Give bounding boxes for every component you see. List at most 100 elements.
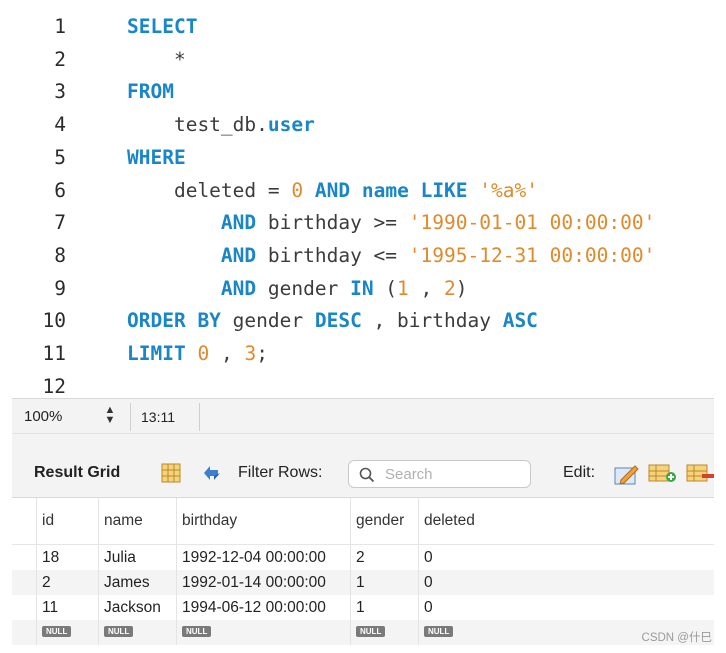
cell-value: James xyxy=(104,574,150,591)
result-grid: id name birthday gender deleted 18 Julia 1992-1… xyxy=(12,498,714,645)
code-token: 0 xyxy=(291,178,304,202)
code-token: AND xyxy=(314,178,351,202)
table-row[interactable]: 18 Julia 1992-12-04 00:00:00 2 0 xyxy=(12,545,714,570)
table-cell[interactable]: 0 xyxy=(418,570,492,595)
table-cell[interactable]: Jackson xyxy=(98,595,176,620)
line-number: 6 xyxy=(54,178,66,202)
cell-value: 0 xyxy=(424,549,433,566)
null-badge: NULL xyxy=(42,625,72,637)
cell-value: 0 xyxy=(424,574,433,591)
table-cell[interactable]: 1 xyxy=(350,595,418,620)
chevron-down-icon[interactable]: ▼ xyxy=(100,415,120,426)
table-cell[interactable]: 0 xyxy=(418,545,492,570)
table-cell[interactable]: 1994-06-12 00:00:00 xyxy=(176,595,350,620)
filter-search-box[interactable] xyxy=(348,460,531,488)
code-token: '%a%' xyxy=(479,178,538,202)
code-token: FROM xyxy=(127,80,174,104)
code-token: ; xyxy=(256,342,268,365)
search-input[interactable] xyxy=(385,464,525,484)
edit-cell-icon[interactable] xyxy=(613,462,641,485)
refresh-icon[interactable] xyxy=(200,462,222,484)
table-cell[interactable]: 2 xyxy=(350,545,418,570)
code-token: '1995-12-31 00:00:00' xyxy=(408,243,656,267)
grid-view-icon[interactable] xyxy=(160,462,182,484)
table-row[interactable]: NULL NULL NULL NULL NULL xyxy=(12,620,714,645)
code-token: , xyxy=(209,342,245,365)
table-cell[interactable]: 0 xyxy=(418,595,492,620)
table-cell[interactable]: 11 xyxy=(36,595,98,620)
code-token: * xyxy=(127,47,186,71)
code-token: 3 xyxy=(244,342,257,365)
line-number: 2 xyxy=(54,47,66,71)
cell-value: 1 xyxy=(356,599,365,616)
code-token: SELECT xyxy=(127,15,198,38)
column-header-birthday[interactable]: birthday xyxy=(176,498,350,545)
table-cell[interactable]: NULL xyxy=(350,620,418,645)
code-text: AND gender IN (1 , 2) xyxy=(127,273,468,305)
code-token: ) xyxy=(455,276,468,300)
table-cell[interactable]: 1992-12-04 00:00:00 xyxy=(176,545,350,570)
code-line: 6 deleted = 0 AND name LIKE '%a%' xyxy=(12,175,714,207)
editor-status-bar: 100% ▲ ▼ 13:11 xyxy=(12,398,714,434)
cell-value: 18 xyxy=(42,549,60,566)
code-text: test_db.user xyxy=(127,109,315,141)
table-cell[interactable]: NULL xyxy=(418,620,492,645)
zoom-stepper[interactable]: ▲ ▼ xyxy=(100,405,120,429)
code-token: test_db. xyxy=(127,113,268,137)
grid-header-row: id name birthday gender deleted xyxy=(12,498,492,545)
code-token: 1 xyxy=(397,276,409,300)
code-token: ( xyxy=(373,276,398,300)
table-cell[interactable]: NULL xyxy=(36,620,98,645)
code-text: WHERE xyxy=(127,142,186,174)
code-text: deleted = 0 AND name LIKE '%a%' xyxy=(127,175,538,207)
sql-editor[interactable]: 1 SELECT 2 * 3 FROM 4 test_db.user 5 WHERE 6 del… xyxy=(12,0,714,398)
code-token: AND xyxy=(220,243,257,267)
column-header-id[interactable]: id xyxy=(36,498,98,545)
code-line: 2 * xyxy=(12,44,714,76)
code-line: 4 test_db.user xyxy=(12,109,714,141)
code-text: AND birthday >= '1990-01-01 00:00:00' xyxy=(127,207,655,239)
table-row[interactable]: 11 Jackson 1994-06-12 00:00:00 1 0 xyxy=(12,595,714,620)
code-token: LIKE xyxy=(420,178,468,202)
null-badge: NULL xyxy=(424,625,454,637)
divider xyxy=(199,403,200,431)
cell-value: 1 xyxy=(356,574,365,591)
cell-value: 1992-12-04 00:00:00 xyxy=(182,549,326,566)
column-header-name[interactable]: name xyxy=(98,498,176,545)
code-token: ASC xyxy=(502,309,538,333)
code-token: '1990-01-01 00:00:00' xyxy=(408,211,656,235)
line-number: 8 xyxy=(54,243,66,267)
table-cell[interactable]: NULL xyxy=(98,620,176,645)
code-text: AND birthday <= '1995-12-31 00:00:00' xyxy=(127,240,655,272)
table-cell[interactable]: 18 xyxy=(36,545,98,570)
code-token: WHERE xyxy=(127,145,186,169)
result-toolbar: Result Grid Filter Rows: Edit: xyxy=(12,434,714,498)
cell-value: Julia xyxy=(104,549,136,566)
table-row[interactable]: 2 James 1992-01-14 00:00:00 1 0 xyxy=(12,570,714,595)
zoom-level: 100% xyxy=(24,408,63,425)
cell-value: Jackson xyxy=(104,599,161,616)
add-row-icon[interactable] xyxy=(648,462,678,484)
table-cell[interactable]: 2 xyxy=(36,570,98,595)
filter-rows-label: Filter Rows: xyxy=(238,464,323,481)
code-token: name xyxy=(361,178,409,202)
table-cell[interactable]: James xyxy=(98,570,176,595)
table-cell[interactable]: Julia xyxy=(98,545,176,570)
code-token: 2 xyxy=(444,276,456,300)
line-number: 3 xyxy=(54,80,66,104)
column-header-deleted[interactable]: deleted xyxy=(418,498,492,545)
null-badge: NULL xyxy=(104,625,134,637)
cursor-position: 13:11 xyxy=(141,409,175,425)
table-cell[interactable]: NULL xyxy=(176,620,350,645)
delete-row-icon[interactable] xyxy=(686,462,714,484)
column-header-gender[interactable]: gender xyxy=(350,498,418,545)
table-cell[interactable]: 1 xyxy=(350,570,418,595)
code-line: 11 LIMIT 0 , 3; xyxy=(12,338,714,370)
code-token: , xyxy=(408,276,445,300)
code-token: deleted = xyxy=(127,178,292,202)
table-cell[interactable]: 1992-01-14 00:00:00 xyxy=(176,570,350,595)
